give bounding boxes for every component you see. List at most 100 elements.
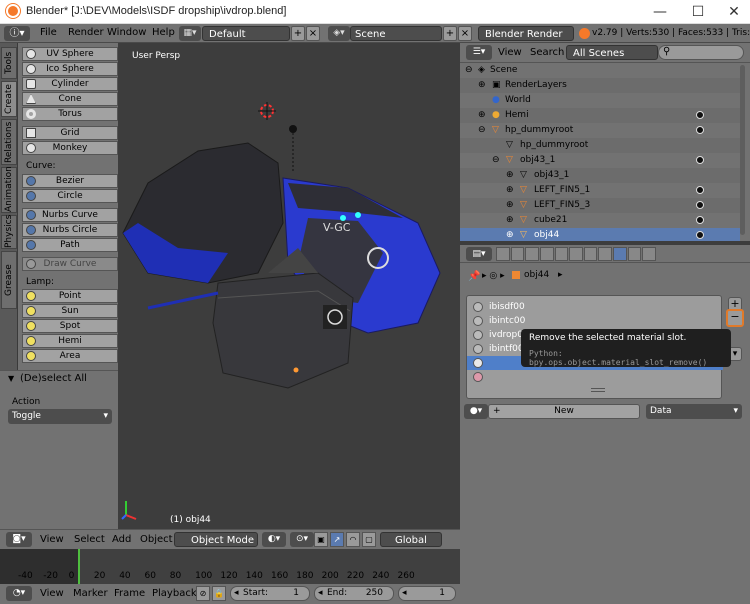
world-tab-icon[interactable] (539, 247, 554, 261)
timeline-playback-menu[interactable]: Playback (152, 588, 197, 599)
viewport-object-menu[interactable]: Object (140, 534, 173, 545)
shading-select[interactable]: ◐▾ (262, 532, 286, 547)
add-scene-button[interactable]: + (443, 26, 457, 41)
add-hemi-lamp-button[interactable]: Hemi (22, 334, 118, 348)
scene-tab-icon[interactable] (525, 247, 539, 261)
visibility-eye-icon[interactable] (696, 231, 704, 239)
tab-physics[interactable]: Physics (1, 215, 17, 249)
properties-editor-icon[interactable]: ▤▾ (466, 247, 492, 261)
start-frame-field[interactable]: ◂ Start: 1 (230, 586, 310, 601)
add-monkey-button[interactable]: Monkey (22, 141, 118, 155)
current-frame-line[interactable] (78, 549, 80, 584)
add-uv-sphere-button[interactable]: UV Sphere (22, 47, 118, 61)
scale-manipulator[interactable]: ▢ (362, 532, 376, 547)
add-path-button[interactable]: Path (22, 238, 118, 252)
viewport-add-menu[interactable]: Add (112, 534, 131, 545)
3d-viewport[interactable]: User Persp V-GC (1) obj44 (118, 43, 458, 529)
menu-file[interactable]: File (40, 27, 57, 38)
menu-render[interactable]: Render (68, 27, 104, 38)
draw-curve-button[interactable]: Draw Curve (22, 257, 118, 271)
add-cone-button[interactable]: Cone (22, 92, 118, 106)
timeline-view-menu[interactable]: View (40, 588, 64, 599)
add-layout-button[interactable]: + (291, 26, 305, 41)
physics-tab-icon[interactable] (642, 247, 657, 261)
material-slot-row[interactable] (467, 370, 723, 384)
viewport-select-menu[interactable]: Select (74, 534, 105, 545)
add-ico-sphere-button[interactable]: Ico Sphere (22, 62, 118, 76)
scene-icon[interactable]: ◈▾ (328, 26, 350, 41)
add-nurbs-circle-button[interactable]: Nurbs Circle (22, 223, 118, 237)
add-sun-lamp-button[interactable]: Sun (22, 304, 118, 318)
outliner-row-obj43-1-data[interactable]: ⊕ ▽ obj43_1 (460, 168, 740, 183)
material-slot-row[interactable]: ibintc00 (467, 314, 723, 328)
visibility-eye-icon[interactable] (696, 201, 704, 209)
data-tab-icon[interactable] (598, 247, 613, 261)
tab-create[interactable]: Create (1, 81, 17, 117)
outliner-row-cube21[interactable]: ⊕ ▽ cube21 (460, 213, 740, 228)
outliner-search-input[interactable]: ⚲ (658, 45, 744, 60)
add-spot-lamp-button[interactable]: Spot (22, 319, 118, 333)
outliner-row-obj43-1[interactable]: ⊖ ▽ obj43_1 (460, 153, 740, 168)
mode-select[interactable]: Object Mode (174, 532, 258, 547)
outliner-scrollbar[interactable] (740, 65, 745, 235)
tab-relations[interactable]: Relations (1, 119, 17, 165)
info-editor-icon[interactable]: ⓘ▾ (4, 26, 30, 41)
minimize-button[interactable]: — (642, 0, 678, 24)
add-bezier-button[interactable]: Bezier (22, 174, 118, 188)
visibility-eye-icon[interactable] (696, 156, 704, 164)
screen-layout-icon[interactable]: ▦▾ (179, 26, 201, 41)
render-tab-icon[interactable] (496, 247, 510, 261)
lock-icon[interactable]: 🔒 (212, 586, 226, 601)
timeline-frame-menu[interactable]: Frame (114, 588, 145, 599)
timeline-editor-icon[interactable]: ◔▾ (6, 586, 32, 601)
new-material-button[interactable]: + New (488, 404, 640, 419)
close-button[interactable]: ✕ (716, 0, 750, 24)
render-engine-select[interactable]: Blender Render (478, 26, 574, 41)
material-slot-row[interactable]: ibisdf00 (467, 300, 723, 314)
tab-grease-pencil[interactable]: Grease Pencil (1, 251, 28, 309)
viewport-view-menu[interactable]: View (40, 534, 64, 545)
list-resize-handle[interactable] (591, 388, 605, 392)
timeline[interactable]: -40 -20 0 20 40 60 80 100 120 140 160 180 200 220 240 2… (0, 549, 460, 584)
outliner-row-left-fin5-1[interactable]: ⊕ ▽ LEFT_FIN5_1 (460, 183, 740, 198)
tab-animation[interactable]: Animation (1, 166, 17, 213)
translate-manipulator[interactable]: ↗ (330, 532, 344, 547)
material-tab-icon[interactable] (613, 247, 627, 261)
visibility-eye-icon[interactable] (696, 111, 704, 119)
tab-tools[interactable]: Tools (1, 47, 17, 79)
constraints-tab-icon[interactable] (569, 247, 583, 261)
current-frame-field[interactable]: ◂ 1 (398, 586, 456, 601)
remove-material-slot-button[interactable]: − (726, 309, 744, 327)
add-grid-button[interactable]: Grid (22, 126, 118, 140)
outliner-row-hp-dummyroot[interactable]: ⊖ ▽ hp_dummyroot (460, 123, 740, 138)
screen-layout-field[interactable]: Default (202, 26, 290, 41)
outliner-row-hemi[interactable]: ⊕ ● Hemi (460, 108, 740, 123)
menu-window[interactable]: Window (107, 27, 146, 38)
end-frame-field[interactable]: ◂ End: 250 (314, 586, 394, 601)
outliner-row-left-fin5-3[interactable]: ⊕ ▽ LEFT_FIN5_3 (460, 198, 740, 213)
add-area-lamp-button[interactable]: Area (22, 349, 118, 363)
preview-range-button[interactable]: ⊘ (196, 586, 210, 601)
scene-field[interactable]: Scene (350, 26, 442, 41)
menu-help[interactable]: Help (152, 27, 175, 38)
remove-scene-button[interactable]: × (458, 26, 472, 41)
timeline-marker-menu[interactable]: Marker (73, 588, 108, 599)
pivot-select[interactable]: ⊙▾ (290, 532, 314, 547)
visibility-eye-icon[interactable] (696, 126, 704, 134)
add-nurbs-curve-button[interactable]: Nurbs Curve (22, 208, 118, 222)
transform-orientation-select[interactable]: Global (380, 532, 442, 547)
outliner-row-renderlayers[interactable]: ⊕ ▣ RenderLayers (460, 78, 740, 93)
add-point-lamp-button[interactable]: Point (22, 289, 118, 303)
object-tab-icon[interactable] (554, 247, 569, 261)
texture-tab-icon[interactable] (627, 247, 642, 261)
add-cylinder-button[interactable]: Cylinder (22, 77, 118, 91)
material-browse-button[interactable]: ●▾ (464, 404, 488, 419)
display-mode-select[interactable]: All Scenes (566, 45, 658, 60)
pin-icon[interactable]: 📌 (468, 271, 480, 282)
layers-tab-icon[interactable] (510, 247, 525, 261)
outliner-view-menu[interactable]: View (498, 47, 522, 58)
rotate-manipulator[interactable]: ◠ (346, 532, 360, 547)
viewport-editor-icon[interactable]: ◙▾ (6, 532, 32, 547)
manipulator-toggle[interactable]: ▣ (314, 532, 328, 547)
maximize-button[interactable]: ☐ (680, 0, 716, 24)
